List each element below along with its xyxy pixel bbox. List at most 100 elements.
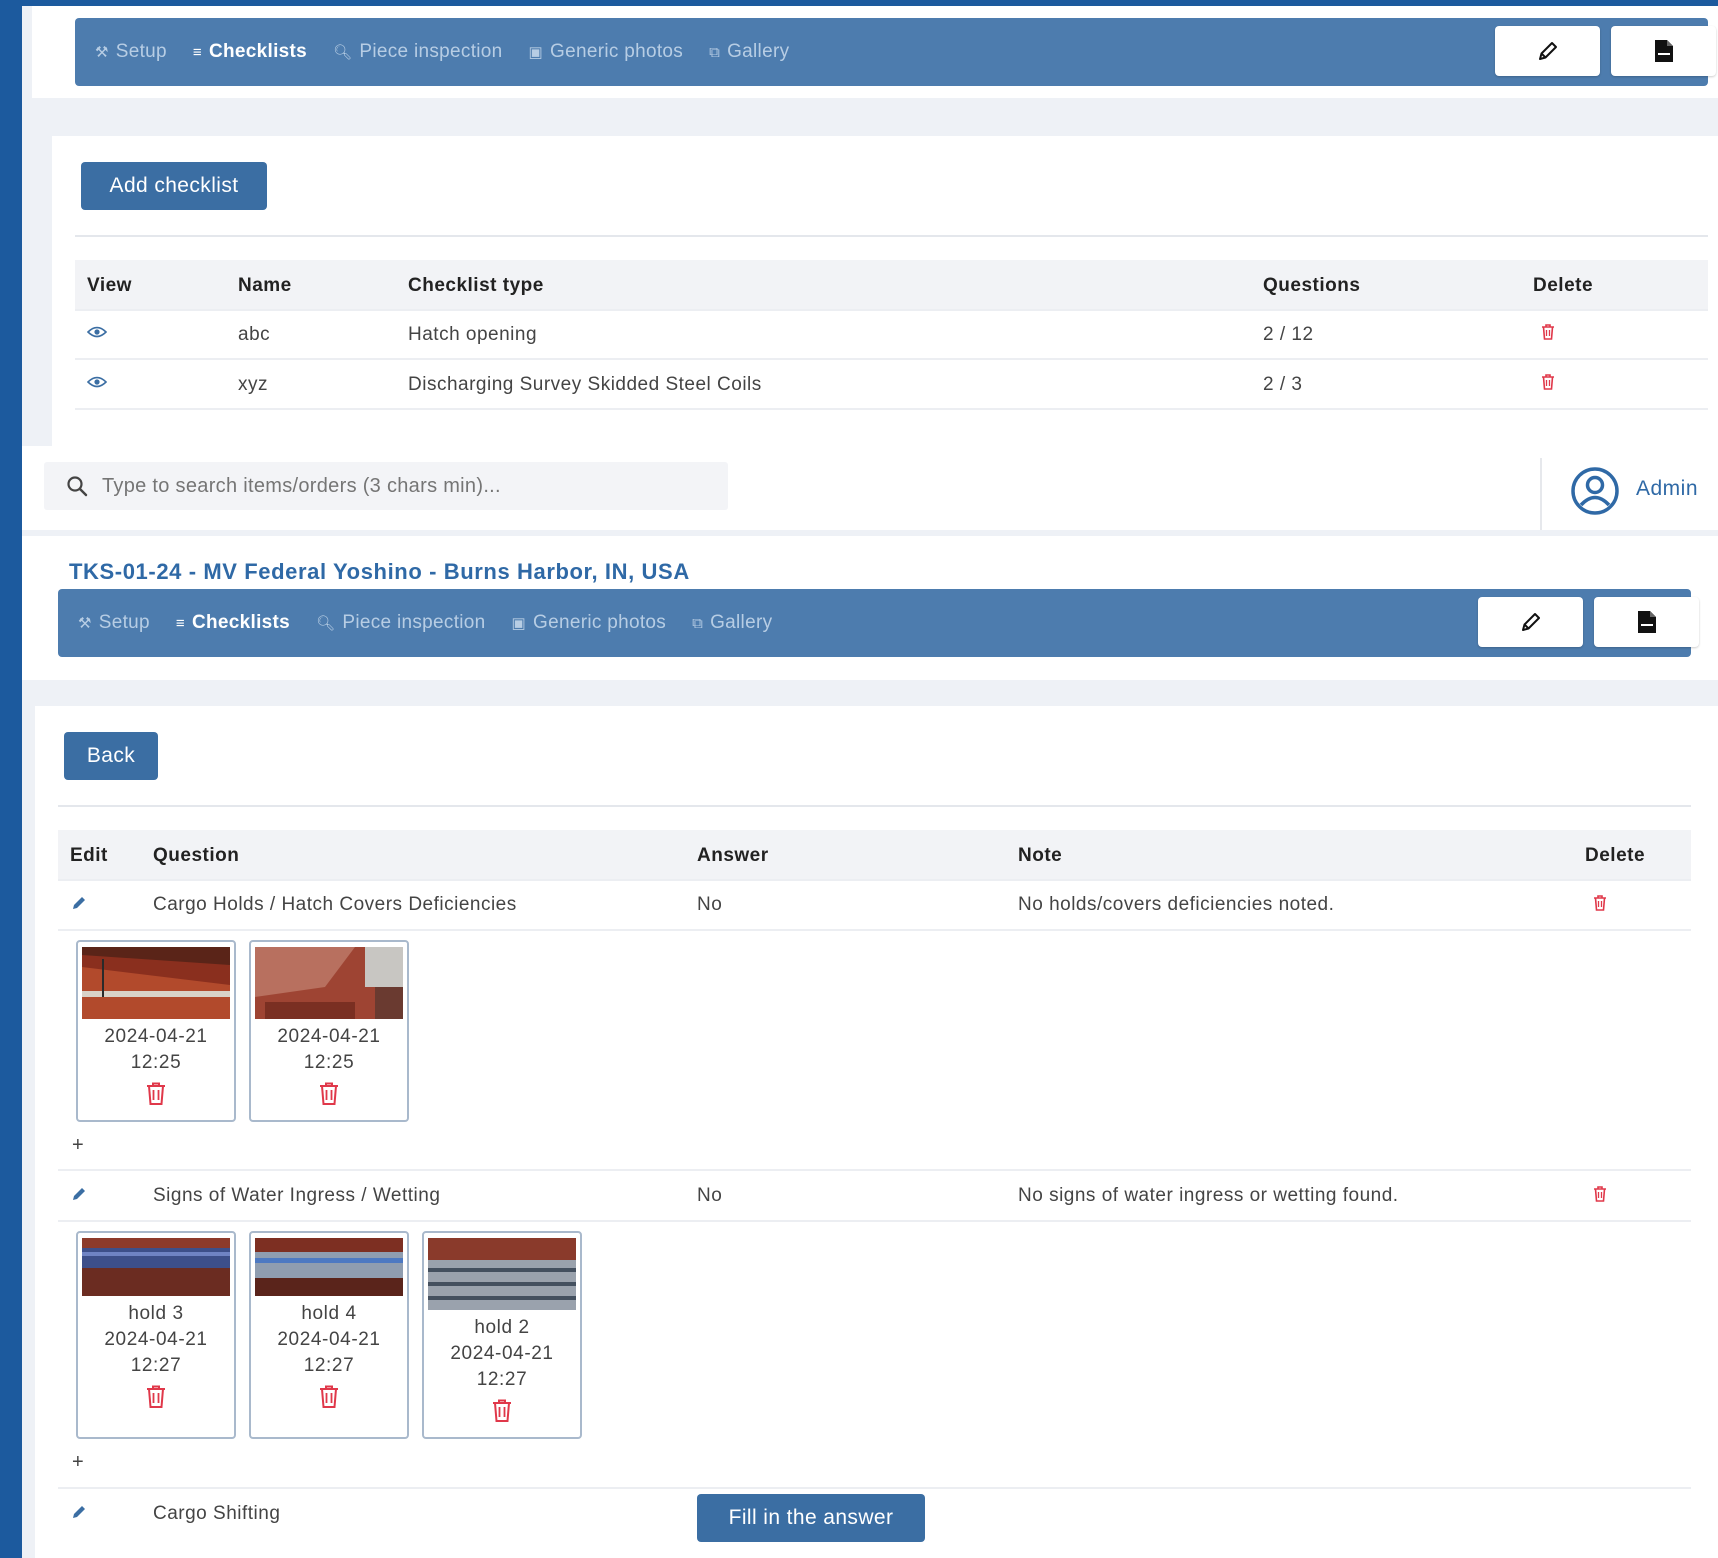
checklists-table-header — [75, 260, 1708, 310]
nav-generic-photos[interactable]: ▣ Generic photos — [512, 612, 667, 634]
search-icon — [67, 476, 88, 497]
file-icon — [1654, 40, 1673, 62]
note-text: No holds/covers deficiencies noted. — [1018, 894, 1335, 915]
checklist-type: Hatch opening — [408, 324, 538, 345]
images-icon: ⧉ — [709, 43, 721, 61]
list-icon: ≡ — [175, 614, 185, 632]
question-text: Cargo Shifting — [153, 1503, 281, 1524]
photo-date: 2024-04-21 — [450, 1343, 554, 1364]
eye-icon[interactable] — [87, 325, 107, 339]
trash-icon[interactable] — [318, 1385, 340, 1409]
photo-thumbnail[interactable]: 2024-04-21 12:25 — [249, 940, 409, 1122]
nav-piece-inspection[interactable]: 🔍︎ Piece inspection — [333, 41, 503, 63]
photo-image — [82, 1238, 230, 1296]
user-name[interactable]: Admin — [1636, 477, 1698, 501]
photo-caption: hold 3 — [128, 1303, 184, 1324]
row-divider — [75, 408, 1708, 410]
col-name: Name — [238, 275, 292, 296]
photo-time: 12:27 — [303, 1355, 355, 1376]
photo-image — [255, 1238, 403, 1296]
photo-thumbnail[interactable]: hold 3 2024-04-21 12:27 — [76, 1231, 236, 1439]
nav-generic-photos[interactable]: ▣ Generic photos — [529, 41, 684, 63]
add-checklist-button[interactable]: Add checklist — [81, 162, 267, 210]
magnifier-icon: 🔍︎ — [316, 615, 336, 632]
search-bar[interactable] — [44, 462, 728, 510]
wrench-icon: ⚒ — [78, 615, 92, 632]
checklist-name: abc — [238, 324, 271, 345]
note-text: No signs of water ingress or wetting fou… — [1018, 1185, 1399, 1206]
nav-piece-inspection[interactable]: 🔍︎ Piece inspection — [316, 612, 486, 634]
wrench-icon: ⚒ — [95, 44, 109, 61]
add-photo-button[interactable]: + — [72, 1134, 84, 1157]
eye-icon[interactable] — [87, 375, 107, 389]
images-icon: ⧉ — [692, 614, 704, 632]
back-button[interactable]: Back — [64, 732, 158, 780]
col-answer: Answer — [697, 845, 769, 866]
photo-time: 12:25 — [130, 1052, 182, 1073]
row-divider — [58, 879, 1691, 881]
col-checklist-type: Checklist type — [408, 275, 544, 296]
questions-table-header — [58, 830, 1691, 880]
top-navbar: ⚒ Setup ≡ Checklists 🔍︎ Piece inspection ▣ G… — [75, 18, 1716, 86]
divider — [75, 235, 1708, 237]
header-divider — [1540, 458, 1542, 530]
question-text: Signs of Water Ingress / Wetting — [153, 1185, 441, 1206]
photo-image — [255, 947, 403, 1019]
trash-icon[interactable] — [318, 1082, 340, 1106]
photo-time: 12:25 — [303, 1052, 355, 1073]
answer-text: No — [697, 1185, 723, 1206]
col-view: View — [87, 275, 132, 296]
row-divider — [58, 929, 1691, 931]
col-delete: Delete — [1533, 275, 1594, 296]
photo-thumbnail[interactable]: hold 4 2024-04-21 12:27 — [249, 1231, 409, 1439]
trash-icon[interactable] — [1541, 324, 1555, 340]
user-avatar-icon[interactable] — [1570, 466, 1620, 516]
image-icon: ▣ — [511, 615, 527, 632]
list-icon: ≡ — [192, 43, 202, 61]
edit-pencil-icon[interactable] — [71, 1186, 87, 1202]
trash-icon[interactable] — [145, 1385, 167, 1409]
pencil-icon — [1538, 42, 1557, 60]
photo-image — [82, 947, 230, 1019]
col-delete: Delete — [1585, 845, 1646, 866]
app-page: ⚒ Setup ≡ Checklists 🔍︎ Piece inspection ▣ G… — [22, 6, 1718, 1558]
nav-setup[interactable]: ⚒ Setup — [95, 41, 167, 63]
nav-checklists[interactable]: ≡ Checklists — [176, 612, 290, 634]
col-questions: Questions — [1263, 275, 1361, 296]
edit-button[interactable] — [1478, 597, 1583, 647]
trash-icon[interactable] — [491, 1399, 513, 1423]
edit-pencil-icon[interactable] — [71, 895, 87, 911]
nav-setup[interactable]: ⚒ Setup — [78, 612, 150, 634]
trash-icon[interactable] — [145, 1082, 167, 1106]
photo-thumbnail[interactable]: hold 2 2024-04-21 12:27 — [422, 1231, 582, 1439]
answer-text: No — [697, 894, 723, 915]
row-divider — [58, 1169, 1691, 1171]
document-button[interactable] — [1594, 597, 1699, 647]
edit-button[interactable] — [1495, 26, 1600, 76]
checklist-questions: 2 / 3 — [1263, 374, 1303, 395]
pencil-icon — [1521, 613, 1540, 631]
photo-time: 12:27 — [130, 1355, 182, 1376]
document-button[interactable] — [1611, 26, 1716, 76]
search-input[interactable] — [102, 474, 622, 498]
page-title: TKS-01-24 - MV Federal Yoshino - Burns H… — [69, 559, 690, 584]
add-photo-button[interactable]: + — [72, 1451, 84, 1474]
nav-gallery[interactable]: ⧉ Gallery — [709, 41, 789, 63]
col-note: Note — [1018, 845, 1063, 866]
checklist-name: xyz — [238, 374, 268, 395]
trash-icon[interactable] — [1593, 1186, 1607, 1202]
photo-date: 2024-04-21 — [104, 1026, 208, 1047]
row-divider — [75, 309, 1708, 311]
fill-in-answer-button[interactable]: Fill in the answer — [697, 1494, 925, 1542]
photo-thumbnail[interactable]: 2024-04-21 12:25 — [76, 940, 236, 1122]
row-divider — [58, 1220, 1691, 1222]
question-text: Cargo Holds / Hatch Covers Deficiencies — [153, 894, 517, 915]
divider — [58, 805, 1691, 807]
nav-gallery[interactable]: ⧉ Gallery — [692, 612, 772, 634]
checklist-questions: 2 / 12 — [1263, 324, 1314, 345]
photo-date: 2024-04-21 — [277, 1026, 381, 1047]
trash-icon[interactable] — [1541, 374, 1555, 390]
nav-checklists[interactable]: ≡ Checklists — [193, 41, 307, 63]
edit-pencil-icon[interactable] — [71, 1504, 87, 1520]
trash-icon[interactable] — [1593, 895, 1607, 911]
